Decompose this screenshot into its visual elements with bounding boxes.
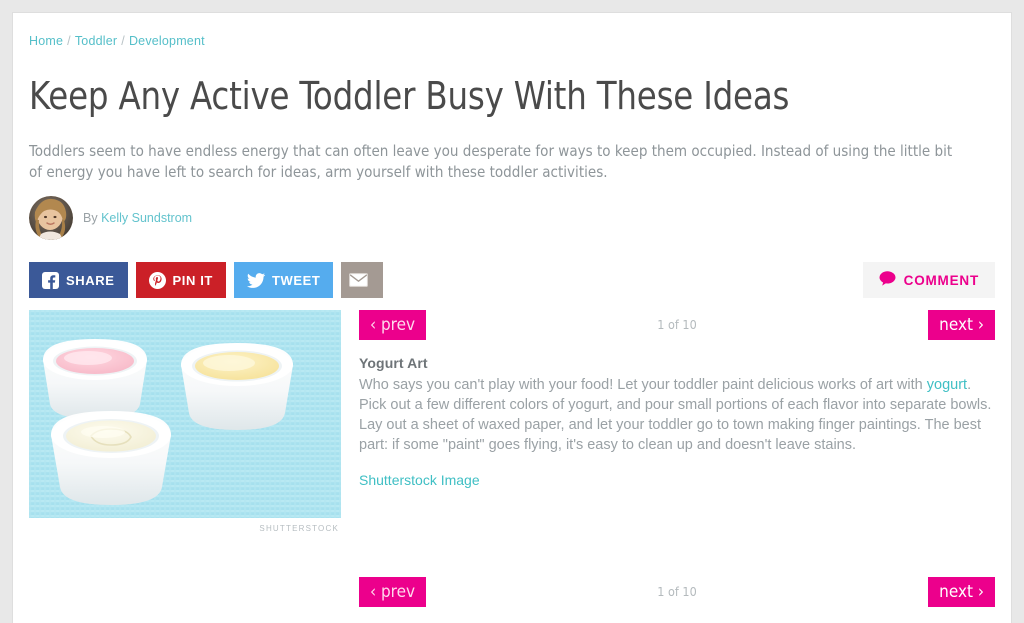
share-pinterest-label: PIN IT (172, 272, 213, 288)
breadcrumb: Home / Toddler / Development (29, 34, 205, 48)
avatar (29, 196, 73, 240)
envelope-icon (349, 273, 369, 287)
slide-image[interactable] (29, 310, 341, 518)
pager-bottom: ‹ prev 1 of 10 next › (359, 577, 995, 609)
article-deck: Toddlers seem to have endless energy tha… (29, 142, 953, 181)
share-pinterest-button[interactable]: PIN IT (135, 262, 226, 298)
breadcrumb-separator: / (67, 34, 71, 48)
photo-credit: SHUTTERSTOCK (259, 524, 339, 533)
pager-top: ‹ prev 1 of 10 next › (359, 310, 995, 342)
share-facebook-button[interactable]: SHARE (29, 262, 128, 298)
byline-prefix: By (83, 211, 98, 225)
breadcrumb-item-home[interactable]: Home (29, 34, 63, 48)
comment-button[interactable]: COMMENT (862, 262, 995, 298)
next-button[interactable]: next › (928, 310, 995, 340)
slide-text-part-1: Who says you can't play with your food! … (359, 377, 927, 393)
breadcrumb-separator: / (121, 34, 125, 48)
social-share-row: SHARE PIN IT TWEET (29, 262, 384, 298)
article-page-card: Home / Toddler / Development Keep Any Active… (13, 13, 1011, 623)
comment-bubble-icon (879, 271, 896, 289)
shutterstock-image-link[interactable]: Shutterstock Image (359, 472, 480, 488)
next-button-bottom[interactable]: next › (928, 577, 995, 607)
pinterest-icon (148, 271, 166, 289)
pager-count: 1 of 10 (657, 317, 697, 332)
slide-body: ‹ prev 1 of 10 next › Yogurt Art Who say… (359, 310, 995, 490)
twitter-icon (246, 272, 265, 288)
slide-description: Who says you can't play with your food! … (359, 375, 995, 455)
breadcrumb-item-toddler[interactable]: Toddler (75, 34, 117, 48)
page-title: Keep Any Active Toddler Busy With These … (29, 74, 790, 118)
share-email-button[interactable] (341, 262, 384, 298)
slide-photo-column: SHUTTERSTOCK (29, 310, 341, 533)
byline-text: By Kelly Sundstrom (83, 211, 192, 225)
share-twitter-button[interactable]: TWEET (233, 262, 334, 298)
comment-label: COMMENT (903, 272, 979, 288)
breadcrumb-item-development[interactable]: Development (129, 34, 205, 48)
author-link[interactable]: Kelly Sundstrom (101, 211, 192, 225)
yogurt-link[interactable]: yogurt (927, 377, 967, 393)
facebook-icon (42, 271, 59, 289)
pager-count-bottom: 1 of 10 (657, 584, 697, 599)
share-twitter-label: TWEET (271, 272, 321, 288)
slide-heading: Yogurt Art (359, 355, 428, 371)
share-facebook-label: SHARE (66, 272, 115, 288)
byline: By Kelly Sundstrom (29, 196, 192, 240)
